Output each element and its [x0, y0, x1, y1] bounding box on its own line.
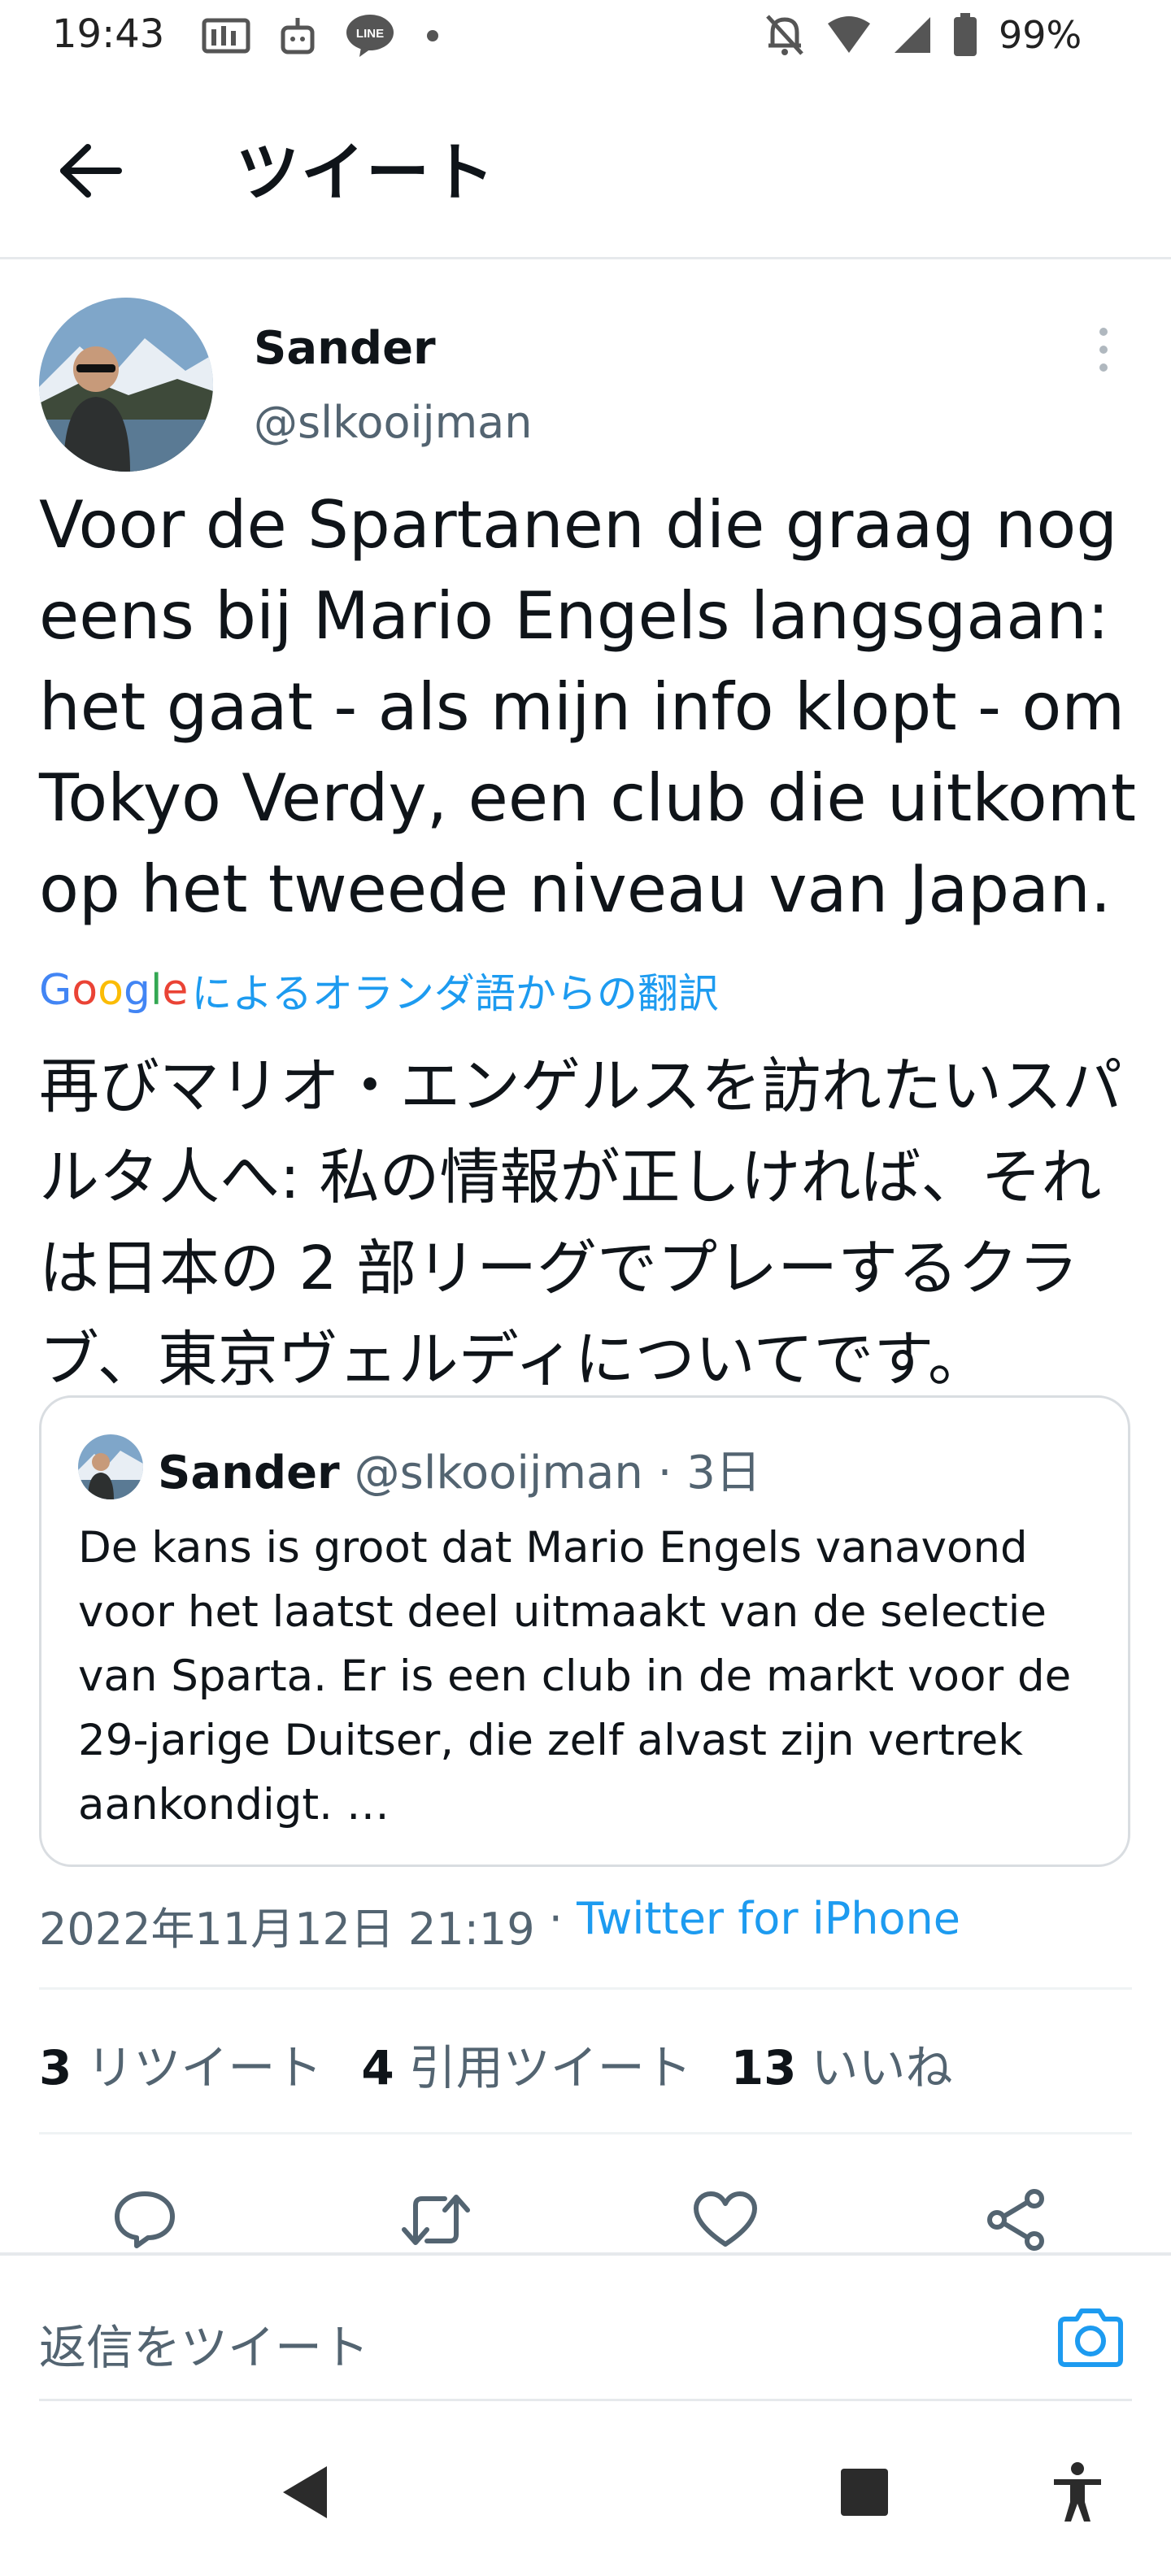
google-logo-letter: e [162, 966, 189, 1015]
quoted-tweet-age: 3日 [686, 1447, 761, 1499]
reply-input[interactable]: 返信をツイート [39, 2309, 369, 2378]
retweet-icon [402, 2195, 470, 2245]
header-divider [0, 257, 1171, 259]
quoted-separator: · [642, 1447, 687, 1499]
retweets-label: リツイート [86, 2040, 323, 2095]
tweet-text: Voor de Spartanen die graag nog eens bij… [39, 487, 1136, 927]
reply-icon [115, 2191, 175, 2248]
status-bar: 19:43 LINE 99% [0, 0, 1171, 81]
likes-count: 13 [730, 2040, 797, 2095]
arrow-left-icon [60, 144, 122, 198]
svg-text:LINE: LINE [356, 27, 384, 41]
line-app-icon: LINE [346, 15, 394, 57]
status-notification-icons: LINE [202, 13, 441, 59]
more-vertical-icon [1099, 328, 1108, 372]
quoted-author-handle: @slkooijman [354, 1447, 643, 1499]
retweets-count: 3 [39, 2040, 72, 2095]
tweet-meta: 2022年11月12日 21:19 · Twitter for iPhone [39, 1893, 960, 1957]
google-logo-letter: o [98, 966, 124, 1015]
dot-icon [427, 30, 438, 41]
author-avatar[interactable] [39, 298, 213, 472]
like-icon [694, 2191, 757, 2247]
status-system-icons: 99% [764, 13, 1082, 57]
quotes-stat[interactable]: 4 引用ツイート [361, 2030, 691, 2098]
accessibility-icon [1054, 2462, 1101, 2522]
quoted-tweet-text: De kans is groot dat Mario Engels vanavo… [78, 1523, 1072, 1830]
quoted-tweet-header: Sander @slkooijman · 3日 [158, 1436, 761, 1502]
divider [0, 2252, 1171, 2256]
translation-label[interactable]: によるオランダ語からの翻訳 [191, 961, 719, 1020]
back-button[interactable] [57, 142, 130, 199]
tweet-stats: 3 リツイート 4 引用ツイート 13 いいね [39, 2030, 952, 2098]
avatar-photo [78, 1434, 143, 1499]
more-options-button[interactable] [1091, 325, 1116, 374]
share-icon [987, 2189, 1044, 2251]
accessibility-button[interactable] [1041, 2456, 1114, 2529]
status-time: 19:43 [52, 11, 165, 57]
google-logo-letter: G [39, 966, 72, 1015]
battery-percent: 99% [999, 13, 1082, 57]
tweet-actions [0, 2179, 1171, 2277]
signal-icon [895, 17, 930, 53]
face-icon [281, 18, 315, 54]
camera-icon [1058, 2308, 1123, 2367]
quoted-author-name: Sander [158, 1447, 340, 1499]
mute-bell-icon [766, 15, 803, 55]
triangle-back-icon [283, 2466, 327, 2518]
nfc-card-icon [202, 18, 250, 54]
quotes-label: 引用ツイート [408, 2040, 692, 2095]
like-button[interactable] [685, 2179, 766, 2261]
divider [39, 1987, 1132, 1990]
meta-separator: · [534, 1893, 577, 1944]
tweet-timestamp: 2022年11月12日 21:19 [39, 1904, 535, 1955]
nav-back-button[interactable] [268, 2456, 342, 2529]
reply-button[interactable] [104, 2179, 185, 2261]
camera-button[interactable] [1054, 2301, 1127, 2374]
google-logo-letter: o [72, 966, 98, 1015]
divider [39, 2132, 1132, 2134]
nav-recents-button[interactable] [828, 2456, 901, 2529]
battery-icon [954, 13, 977, 56]
page-title: ツイート [236, 137, 497, 210]
author-name[interactable]: Sander [254, 322, 436, 375]
translation-attribution[interactable]: Google によるオランダ語からの翻訳 [39, 961, 719, 1020]
wifi-icon [828, 16, 870, 53]
likes-stat[interactable]: 13 いいね [731, 2030, 953, 2098]
quotes-count: 4 [361, 2040, 394, 2095]
divider [39, 2399, 1132, 2401]
google-logo-letter: g [123, 966, 150, 1015]
retweet-button[interactable] [395, 2179, 477, 2261]
avatar-photo [39, 298, 213, 472]
client-link[interactable]: Twitter for iPhone [577, 1893, 960, 1957]
google-logo: Google [39, 966, 188, 1015]
google-logo-letter: l [150, 966, 163, 1015]
translated-text: 再びマリオ・エンゲルスを訪れたいスパルタ人へ: 私の情報が正しければ、それは日本… [39, 1051, 1122, 1395]
author-handle[interactable]: @slkooijman [254, 397, 532, 448]
likes-label: いいね [811, 2040, 953, 2095]
quoted-author-avatar [78, 1434, 143, 1499]
square-recents-icon [841, 2469, 888, 2516]
retweets-stat[interactable]: 3 リツイート [39, 2030, 322, 2098]
share-button[interactable] [976, 2179, 1057, 2261]
